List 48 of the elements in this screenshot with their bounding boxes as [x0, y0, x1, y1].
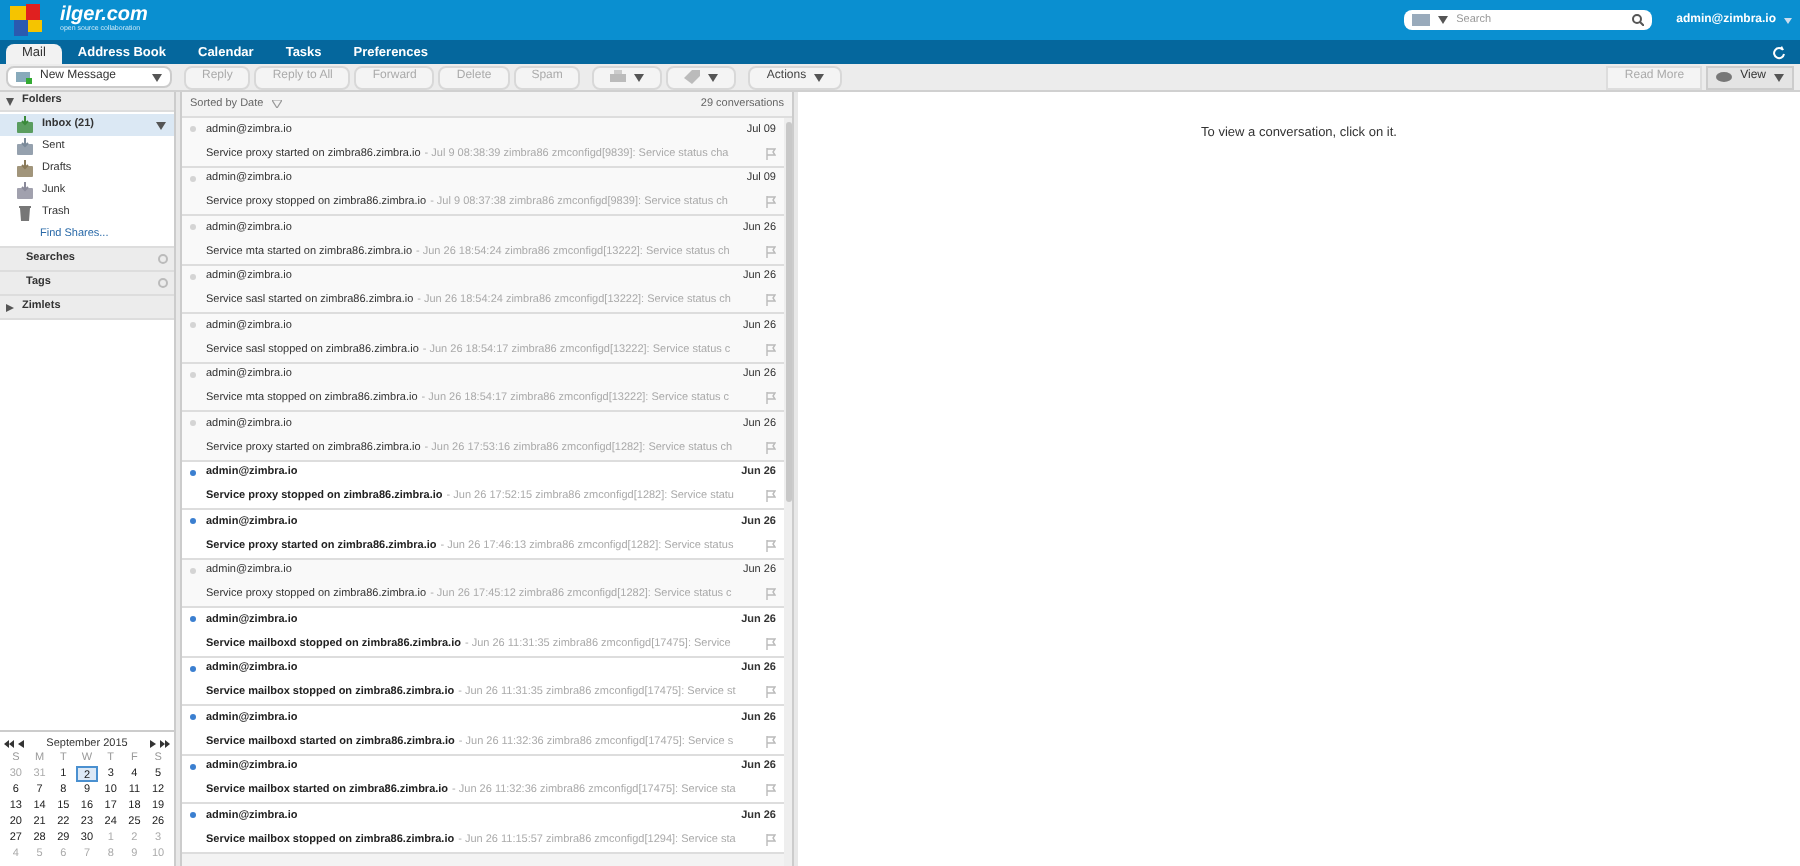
gear-icon[interactable] — [158, 254, 168, 264]
logo-name: ilger.com — [60, 6, 148, 27]
speech-bubble-icon — [1716, 71, 1733, 83]
scrollbar[interactable] — [784, 118, 792, 866]
gear-icon[interactable] — [158, 278, 168, 288]
trash-icon — [16, 204, 34, 222]
caret-icon — [634, 73, 645, 81]
sort-arrow-icon — [271, 100, 282, 108]
flag-icon[interactable] — [766, 294, 776, 307]
flag-icon[interactable] — [766, 588, 776, 601]
inbox-icon — [16, 116, 34, 134]
left-icon — [18, 740, 24, 748]
flag-icon[interactable] — [766, 490, 776, 503]
search-icon — [1632, 14, 1645, 26]
refresh-icon[interactable] — [1772, 46, 1786, 60]
flag-icon[interactable] — [766, 245, 776, 258]
next-year-button[interactable] — [159, 740, 170, 748]
printer-icon — [610, 70, 627, 84]
tag-icon — [684, 70, 701, 84]
collapsed-triangle-icon — [6, 303, 14, 311]
caret-icon — [708, 73, 719, 81]
flag-icon[interactable] — [766, 147, 776, 160]
double-right-icon — [159, 740, 170, 748]
next-month-button[interactable] — [149, 740, 156, 748]
right-icon — [149, 740, 156, 748]
tray-icon — [16, 138, 34, 156]
flag-icon[interactable] — [766, 833, 776, 846]
expand-triangle-icon — [6, 97, 14, 105]
previous-year-button[interactable] — [4, 740, 14, 748]
flag-icon[interactable] — [766, 784, 776, 797]
caret-icon — [152, 73, 162, 81]
flag-icon[interactable] — [766, 343, 776, 356]
flag-icon[interactable] — [766, 637, 776, 650]
double-left-icon — [4, 740, 14, 748]
flag-icon[interactable] — [766, 392, 776, 405]
compose-icon — [16, 70, 32, 84]
caret-icon — [1784, 17, 1792, 23]
flag-icon[interactable] — [766, 686, 776, 699]
mail-icon — [1412, 14, 1431, 26]
previous-month-button[interactable] — [18, 740, 24, 748]
caret-icon — [156, 121, 166, 129]
caret-icon — [1774, 73, 1784, 81]
flag-icon[interactable] — [766, 196, 776, 209]
caret-icon — [1438, 16, 1449, 24]
caret-icon — [814, 73, 825, 81]
flag-icon[interactable] — [766, 735, 776, 748]
flag-icon[interactable] — [766, 539, 776, 552]
flag-icon[interactable] — [766, 441, 776, 454]
